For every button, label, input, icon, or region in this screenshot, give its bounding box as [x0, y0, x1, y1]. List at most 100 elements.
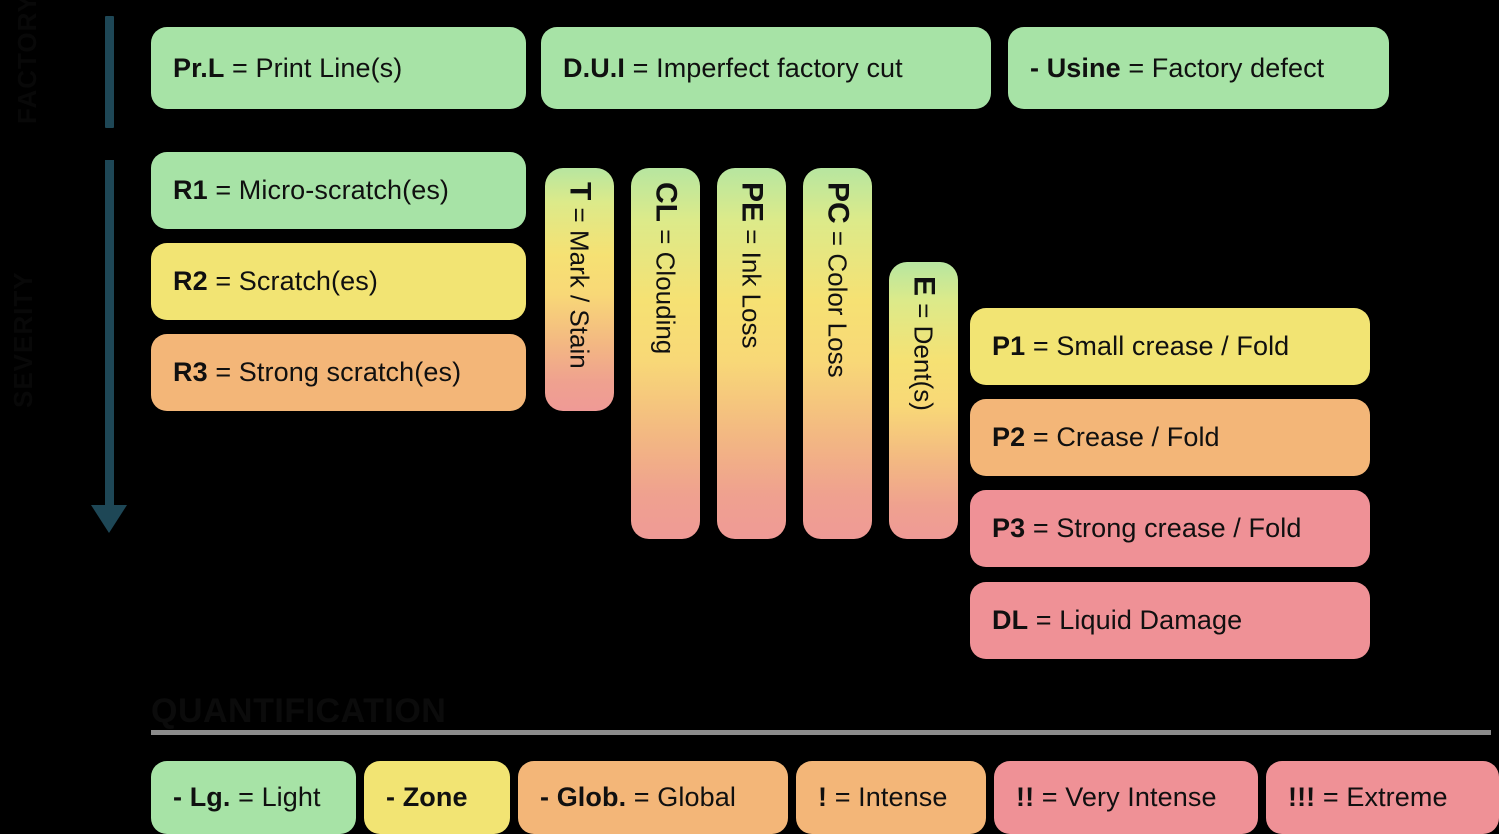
vpill-e-label: E = Dent(s)	[908, 276, 941, 411]
pill-prl-label: Pr.L = Print Line(s)	[151, 53, 402, 84]
pill-prl[interactable]: Pr.L = Print Line(s)	[151, 27, 526, 109]
pill-r3[interactable]: R3 = Strong scratch(es)	[151, 334, 526, 411]
quant-pill-light-desc: Light	[261, 782, 321, 812]
pill-r1-desc: Micro-scratch(es)	[238, 175, 450, 205]
pill-usine-sep: =	[1120, 52, 1152, 83]
pill-p1-label: P1 = Small crease / Fold	[970, 331, 1289, 362]
pill-dl-label: DL = Liquid Damage	[970, 605, 1242, 636]
quantification-title: QUANTIFICATION	[151, 692, 447, 730]
vpill-pc-desc: Color Loss	[822, 253, 853, 378]
pill-p1[interactable]: P1 = Small crease / Fold	[970, 308, 1370, 385]
pill-r3-code: R3	[173, 357, 208, 387]
severity-axis-arrowhead	[91, 505, 127, 533]
vpill-cl-desc: Clouding	[650, 251, 681, 355]
pill-p3-code: P3	[992, 513, 1026, 543]
vpill-t-desc: Mark / Stain	[564, 229, 595, 369]
pill-p2[interactable]: P2 = Crease / Fold	[970, 399, 1370, 476]
quant-pill-very-intense-desc: Very Intense	[1065, 782, 1217, 812]
quant-pill-intense-sep: =	[827, 782, 859, 812]
quant-pill-zone[interactable]: - Zone	[364, 761, 510, 834]
legend-canvas: FACTORY SEVERITY Pr.L = Print Line(s) D.…	[0, 0, 1499, 834]
quant-pill-zone-label: - Zone	[364, 782, 468, 813]
vpill-pe-code: PE	[735, 182, 769, 223]
pill-dui-code: D.U.I	[563, 52, 626, 83]
vpill-pe-sep: =	[736, 222, 767, 252]
quant-pill-extreme-label: !!! = Extreme	[1266, 782, 1448, 813]
vpill-e[interactable]: E = Dent(s)	[889, 262, 958, 539]
quant-pill-global-label: - Glob. = Global	[518, 782, 736, 813]
side-caption-severity: SEVERITY	[8, 255, 85, 425]
pill-dui-label: D.U.I = Imperfect factory cut	[541, 53, 903, 84]
pill-dui[interactable]: D.U.I = Imperfect factory cut	[541, 27, 991, 109]
quant-pill-global-code: - Glob.	[540, 782, 627, 812]
quant-pill-very-intense-code: !!	[1016, 782, 1035, 812]
quant-pill-light-sep: =	[230, 782, 262, 812]
vpill-e-sep: =	[908, 296, 939, 326]
pill-dui-desc: Imperfect factory cut	[656, 52, 903, 83]
side-caption-factory-text: FACTORY	[12, 0, 42, 124]
quant-pill-very-intense[interactable]: !! = Very Intense	[994, 761, 1258, 834]
factory-axis-bar	[105, 16, 114, 128]
vpill-pc[interactable]: PC = Color Loss	[803, 168, 872, 539]
pill-prl-code: Pr.L	[173, 52, 225, 83]
pill-r2-label: R2 = Scratch(es)	[151, 266, 378, 297]
vpill-t-code: T	[563, 182, 597, 201]
quant-pill-global-sep: =	[626, 782, 658, 812]
pill-p2-code: P2	[992, 422, 1026, 452]
pill-dl-code: DL	[992, 605, 1029, 635]
pill-r3-label: R3 = Strong scratch(es)	[151, 357, 461, 388]
pill-p1-code: P1	[992, 331, 1026, 361]
quant-pill-intense[interactable]: ! = Intense	[796, 761, 986, 834]
pill-p2-desc: Crease / Fold	[1056, 422, 1220, 452]
pill-p1-desc: Small crease / Fold	[1056, 331, 1290, 361]
pill-dl[interactable]: DL = Liquid Damage	[970, 582, 1370, 659]
quant-pill-global[interactable]: - Glob. = Global	[518, 761, 788, 834]
pill-dui-sep: =	[625, 52, 657, 83]
pill-dl-sep: =	[1028, 605, 1060, 635]
pill-usine[interactable]: - Usine = Factory defect	[1008, 27, 1389, 109]
pill-r3-sep: =	[207, 357, 239, 387]
pill-usine-label: - Usine = Factory defect	[1008, 53, 1324, 84]
pill-p2-sep: =	[1025, 422, 1057, 452]
vpill-cl[interactable]: CL = Clouding	[631, 168, 700, 539]
side-caption-factory: FACTORY	[12, 0, 84, 124]
quant-pill-extreme[interactable]: !!! = Extreme	[1266, 761, 1499, 834]
vpill-e-desc: Dent(s)	[908, 325, 939, 411]
pill-p3-desc: Strong crease / Fold	[1056, 513, 1302, 543]
pill-r2[interactable]: R2 = Scratch(es)	[151, 243, 526, 320]
vpill-pe[interactable]: PE = Ink Loss	[717, 168, 786, 539]
quant-pill-zone-code: - Zone	[386, 782, 468, 812]
pill-r1-sep: =	[207, 175, 239, 205]
quantification-divider	[151, 730, 1491, 735]
quant-pill-light[interactable]: - Lg. = Light	[151, 761, 356, 834]
pill-r2-desc: Scratch(es)	[238, 266, 378, 296]
pill-r2-sep: =	[207, 266, 239, 296]
vpill-pc-code: PC	[821, 182, 855, 224]
vpill-pc-sep: =	[822, 223, 853, 254]
vpill-t-sep: =	[564, 200, 595, 230]
quant-pill-extreme-desc: Extreme	[1346, 782, 1448, 812]
vpill-t[interactable]: T = Mark / Stain	[545, 168, 614, 411]
pill-r1[interactable]: R1 = Micro-scratch(es)	[151, 152, 526, 229]
pill-r2-code: R2	[173, 266, 208, 296]
pill-r1-code: R1	[173, 175, 208, 205]
pill-p2-label: P2 = Crease / Fold	[970, 422, 1220, 453]
quant-pill-light-code: - Lg.	[173, 782, 231, 812]
pill-r1-label: R1 = Micro-scratch(es)	[151, 175, 449, 206]
vpill-pc-label: PC = Color Loss	[821, 182, 855, 378]
vpill-cl-label: CL = Clouding	[650, 182, 683, 355]
side-caption-severity-text: SEVERITY	[8, 271, 38, 409]
vpill-pe-label: PE = Ink Loss	[735, 182, 769, 349]
quant-pill-extreme-sep: =	[1315, 782, 1347, 812]
quant-pill-global-desc: Global	[657, 782, 736, 812]
vpill-t-label: T = Mark / Stain	[563, 182, 597, 369]
pill-usine-code: - Usine	[1030, 52, 1121, 83]
pill-usine-desc: Factory defect	[1151, 52, 1325, 83]
pill-dl-desc: Liquid Damage	[1059, 605, 1243, 635]
pill-prl-desc: Print Line(s)	[255, 52, 403, 83]
quant-pill-extreme-code: !!!	[1288, 782, 1316, 812]
pill-prl-sep: =	[224, 52, 256, 83]
quant-pill-intense-code: !	[818, 782, 828, 812]
vpill-cl-sep: =	[650, 222, 681, 252]
pill-p3[interactable]: P3 = Strong crease / Fold	[970, 490, 1370, 567]
